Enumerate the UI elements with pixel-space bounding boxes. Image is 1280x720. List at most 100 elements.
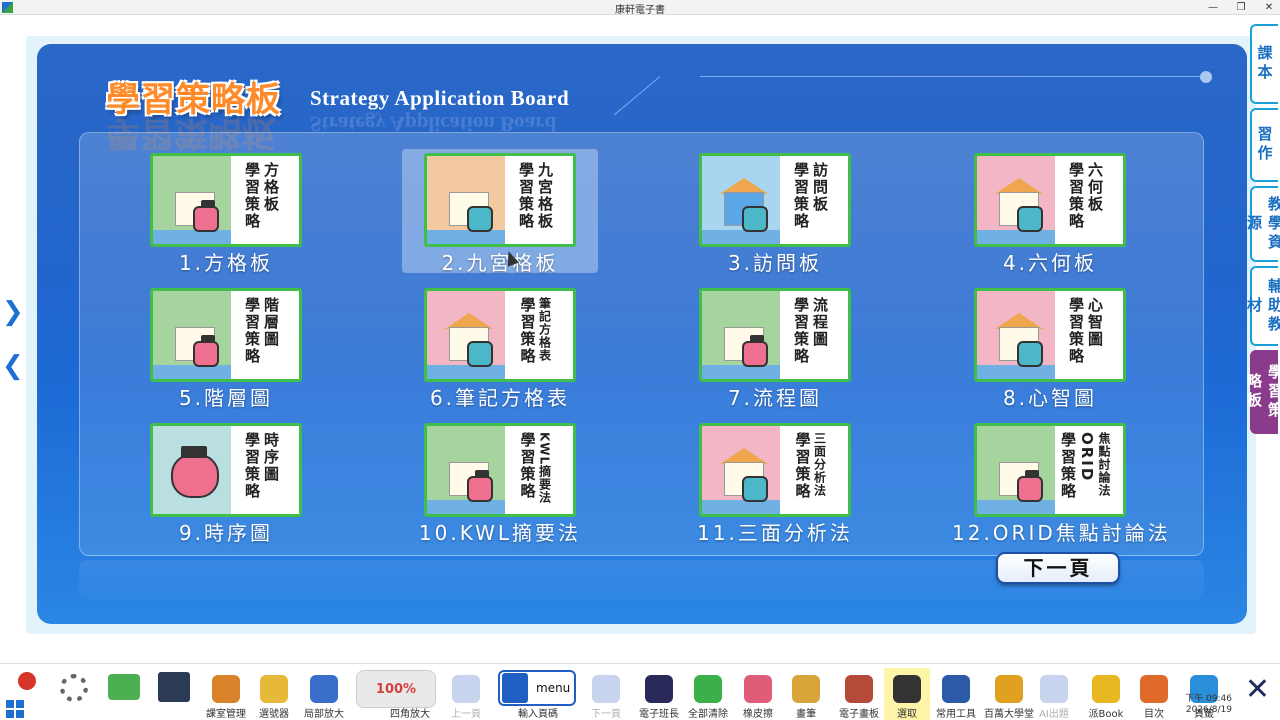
right-tab-5[interactable]: 學習策略板 — [1245, 350, 1280, 434]
mascot-icon — [742, 206, 768, 232]
hat-icon — [181, 446, 207, 458]
strategy-card[interactable]: 方格板 學習策略 1.方格板 — [128, 149, 324, 276]
strategy-label[interactable]: 12.ORID焦點討論法 — [952, 517, 1168, 546]
strategy-thumbnail[interactable]: 方格板 學習策略 — [150, 153, 302, 247]
right-tab-3[interactable]: 教學資源 — [1245, 186, 1280, 262]
restore-button[interactable]: ❐ — [1234, 0, 1248, 15]
close-toolbar-button[interactable]: ✕ — [1245, 672, 1270, 707]
right-tab-4[interactable]: 輔助教材 — [1245, 266, 1280, 346]
toolbar-tool[interactable]: 上一頁 — [446, 668, 486, 720]
thumbnail-title: 階層圖 學習策略 — [229, 297, 293, 379]
toolbox-icon[interactable] — [108, 674, 140, 700]
minimize-button[interactable]: — — [1206, 0, 1220, 15]
tool-label: 下一頁 — [591, 709, 621, 720]
strategy-label[interactable]: 6.筆記方格表 — [402, 382, 598, 411]
toolbar-tool[interactable]: 畫筆 — [786, 668, 826, 720]
page-input-button[interactable]: menu — [498, 670, 576, 706]
bottom-toolbar: 課室管理 選號器 局部放大 四角放大 上一頁 輸入頁碼 下一頁 電子班長 全部清除 橡皮擦 畫筆 電子… — [0, 663, 1280, 720]
strategy-label[interactable]: 8.心智圖 — [952, 382, 1148, 411]
thumbnail-title-column: 三面分析法 — [812, 432, 827, 497]
record-icon[interactable] — [18, 672, 36, 690]
strategy-thumbnail[interactable]: 階層圖 學習策略 — [150, 288, 302, 382]
strategy-card[interactable]: KWL摘要法 學習策略 10.KWL摘要法 — [402, 419, 598, 546]
gear-icon[interactable] — [60, 674, 88, 702]
strategy-card[interactable]: 時序圖 學習策略 9.時序圖 — [128, 419, 324, 546]
next-page-button[interactable]: 下一頁 — [996, 552, 1120, 584]
mascot-icon — [171, 454, 219, 498]
tool-label: 畫筆 — [796, 709, 816, 720]
toolbar-tool[interactable]: 選號器 — [252, 668, 296, 720]
thumbnail-title: 六何板 學習策略 — [1053, 162, 1117, 244]
toolbar-tool[interactable]: 課室管理 — [202, 668, 250, 720]
mascot-icon — [467, 206, 493, 232]
tool-label: 橡皮擦 — [743, 709, 773, 720]
strategy-label[interactable]: 5.階層圖 — [128, 382, 324, 411]
thumbnail-illustration — [977, 426, 1055, 514]
thumbnail-illustration — [977, 156, 1055, 244]
strategy-thumbnail[interactable]: 焦點討論法 ORID 學習策略 — [974, 423, 1126, 517]
strategy-thumbnail[interactable]: 三面分析法 學習策略 — [699, 423, 851, 517]
toolbar-tool[interactable]: 派Book — [1084, 668, 1128, 720]
save-icon[interactable] — [158, 672, 190, 702]
hat-icon — [475, 470, 489, 478]
toolbar-tool[interactable]: 橡皮擦 — [736, 668, 780, 720]
strategy-label[interactable]: 1.方格板 — [128, 247, 324, 276]
strategy-label[interactable]: 4.六何板 — [952, 247, 1148, 276]
strategy-thumbnail[interactable]: 時序圖 學習策略 — [150, 423, 302, 517]
right-tab-2[interactable]: 習作 — [1250, 108, 1278, 182]
mascot-icon — [742, 476, 768, 502]
strategy-thumbnail[interactable]: KWL摘要法 學習策略 — [424, 423, 576, 517]
strategy-card[interactable]: 筆記方格表 學習策略 6.筆記方格表 — [402, 284, 598, 411]
strategy-card[interactable]: 訪問板 學習策略 3.訪問板 — [677, 149, 873, 276]
strategy-label[interactable]: 11.三面分析法 — [677, 517, 873, 546]
strategy-card[interactable]: 焦點討論法 ORID 學習策略 12.ORID焦點討論法 — [952, 419, 1168, 546]
windows-start-icon[interactable] — [6, 700, 24, 718]
toolbar-tool[interactable]: 電子畫板 — [836, 668, 882, 720]
right-tab-1[interactable]: 課本 — [1250, 24, 1278, 104]
toolbar-tool[interactable]: 百萬大學堂 — [984, 668, 1034, 720]
strategy-thumbnail[interactable]: 筆記方格表 學習策略 — [424, 288, 576, 382]
strategy-card[interactable]: 三面分析法 學習策略 11.三面分析法 — [677, 419, 873, 546]
strategy-card[interactable]: 九宮格板 學習策略 2.九宮格板 — [402, 149, 598, 276]
strategy-card[interactable]: 流程圖 學習策略 7.流程圖 — [677, 284, 873, 411]
toolbar-tool[interactable]: 電子班長 — [636, 668, 682, 720]
window-controls: — ❐ ✕ — [1206, 0, 1276, 15]
chevron-right-icon[interactable]: ❯ — [2, 298, 24, 326]
toolbar-tool[interactable]: 全部清除 — [686, 668, 730, 720]
mascot-icon — [742, 341, 768, 367]
strategy-thumbnail[interactable]: 六何板 學習策略 — [974, 153, 1126, 247]
strategy-label[interactable]: 9.時序圖 — [128, 517, 324, 546]
tool-icon — [792, 675, 820, 703]
strategy-label[interactable]: 3.訪問板 — [677, 247, 873, 276]
grid-icon — [502, 673, 528, 703]
strategy-thumbnail[interactable]: 心智圖 學習策略 — [974, 288, 1126, 382]
strategy-label[interactable]: 7.流程圖 — [677, 382, 873, 411]
chevron-left-icon[interactable]: ❮ — [2, 352, 24, 380]
toolbar-tool[interactable]: 下一頁 — [586, 668, 626, 720]
strategy-label[interactable]: 2.九宮格板 — [402, 247, 598, 276]
decorative-line — [700, 76, 1200, 77]
strategy-card[interactable]: 階層圖 學習策略 5.階層圖 — [128, 284, 324, 411]
strategy-thumbnail[interactable]: 訪問板 學習策略 — [699, 153, 851, 247]
thumbnail-title-column: 焦點討論法 — [1097, 432, 1111, 497]
thumbnail-title-column: 學習策略 — [518, 432, 537, 500]
strategy-card[interactable]: 心智圖 學習策略 8.心智圖 — [952, 284, 1148, 411]
toolbar-tool[interactable]: 目次 — [1134, 668, 1174, 720]
toolbar-tool[interactable]: 選取 — [884, 668, 930, 720]
tool-icon — [1040, 675, 1068, 703]
strategy-card[interactable]: 六何板 學習策略 4.六何板 — [952, 149, 1148, 276]
strategy-label[interactable]: 10.KWL摘要法 — [402, 517, 598, 546]
tool-icon — [260, 675, 288, 703]
close-window-button[interactable]: ✕ — [1262, 0, 1276, 15]
toolbar-tool[interactable]: 常用工具 — [934, 668, 978, 720]
tool-label: 選號器 — [259, 709, 289, 720]
toolbar-tool[interactable]: AI出題 — [1034, 668, 1074, 720]
zoom-level-indicator[interactable]: 100% — [356, 670, 436, 708]
strategy-thumbnail[interactable]: 流程圖 學習策略 — [699, 288, 851, 382]
toolbar-tool[interactable]: 局部放大 — [300, 668, 348, 720]
tool-label: 上一頁 — [451, 709, 481, 720]
strategy-thumbnail[interactable]: 九宮格板 學習策略 — [424, 153, 576, 247]
tool-icon — [592, 675, 620, 703]
decorative-dot — [1200, 71, 1212, 83]
mascot-icon — [193, 341, 219, 367]
